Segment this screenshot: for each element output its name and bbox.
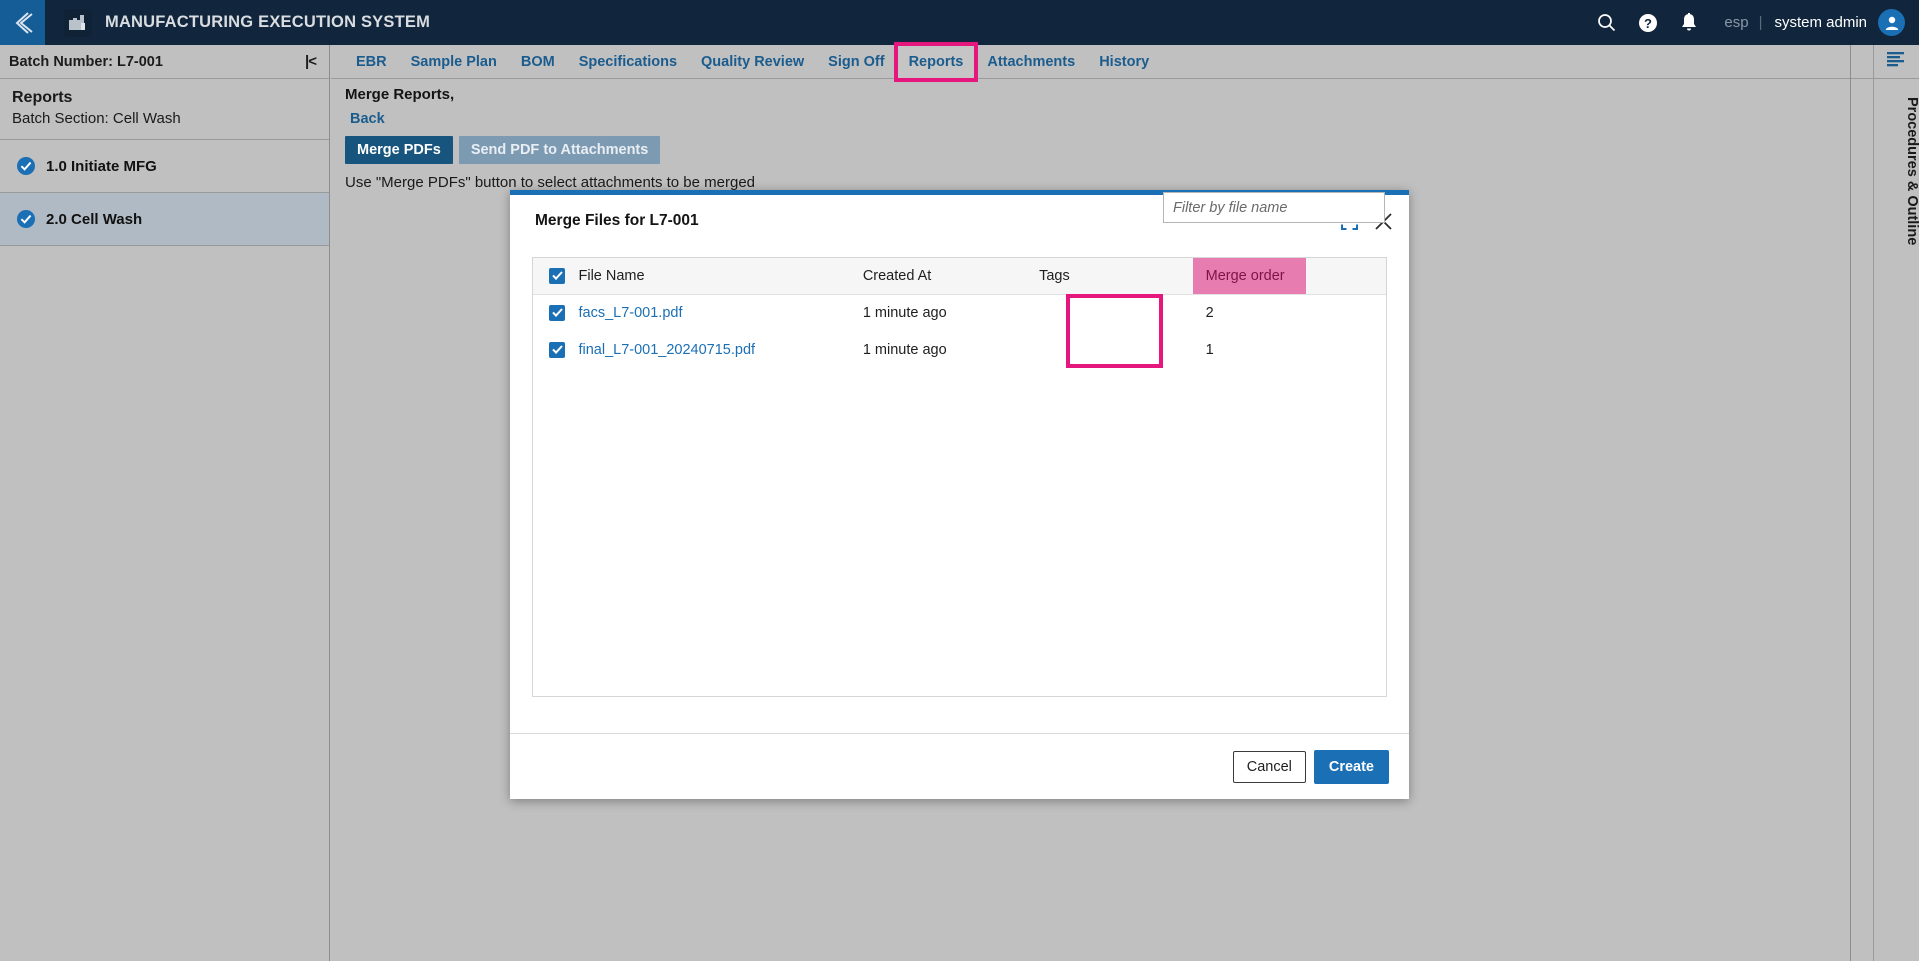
column-header-created-at[interactable]: Created At	[863, 258, 1039, 294]
column-header-merge-order[interactable]: Merge order	[1192, 258, 1307, 294]
cell-merge-order[interactable]: 2	[1193, 294, 1307, 331]
create-button[interactable]: Create	[1313, 749, 1389, 784]
row-select-cell	[533, 294, 578, 331]
merge-files-dialog: Merge Files for L7-001 File Name Created…	[510, 190, 1409, 799]
select-all-checkbox[interactable]	[549, 267, 565, 284]
cell-spacer	[1306, 331, 1386, 368]
cell-tags	[1039, 331, 1193, 368]
cell-tags	[1039, 294, 1193, 331]
files-table-container: File Name Created At Tags Merge order fa…	[532, 257, 1387, 697]
cancel-button[interactable]: Cancel	[1232, 750, 1306, 783]
cell-created-at: 1 minute ago	[862, 304, 947, 321]
file-name-link[interactable]: final_L7-001_20240715.pdf	[578, 342, 755, 358]
table-row[interactable]: facs_L7-001.pdf 1 minute ago 2	[533, 294, 1386, 331]
column-header-spacer	[1306, 258, 1386, 294]
column-header-tags[interactable]: Tags	[1039, 258, 1193, 294]
table-header-row: File Name Created At Tags Merge order	[533, 258, 1386, 294]
file-name-link[interactable]: facs_L7-001.pdf	[578, 305, 682, 321]
cell-file-name: final_L7-001_20240715.pdf	[578, 331, 862, 368]
table-row[interactable]: final_L7-001_20240715.pdf 1 minute ago 1	[533, 331, 1386, 368]
cell-created-at: 1 minute ago	[862, 341, 947, 358]
row-select-cell	[533, 331, 578, 368]
files-table: File Name Created At Tags Merge order fa…	[533, 258, 1386, 368]
cell-merge-order[interactable]: 1	[1193, 331, 1307, 368]
filter-by-file-name-input[interactable]	[1163, 192, 1385, 223]
modal-backdrop: Merge Files for L7-001 File Name Created…	[0, 0, 1919, 961]
column-header-file-name[interactable]: File Name	[578, 258, 862, 294]
dialog-title: Merge Files for L7-001	[535, 212, 699, 229]
row-checkbox[interactable]	[549, 304, 565, 321]
row-checkbox[interactable]	[549, 341, 565, 358]
cell-spacer	[1306, 294, 1386, 331]
dialog-footer: Cancel Create	[510, 733, 1409, 799]
select-all-header	[533, 258, 578, 294]
cell-file-name: facs_L7-001.pdf	[578, 294, 862, 331]
